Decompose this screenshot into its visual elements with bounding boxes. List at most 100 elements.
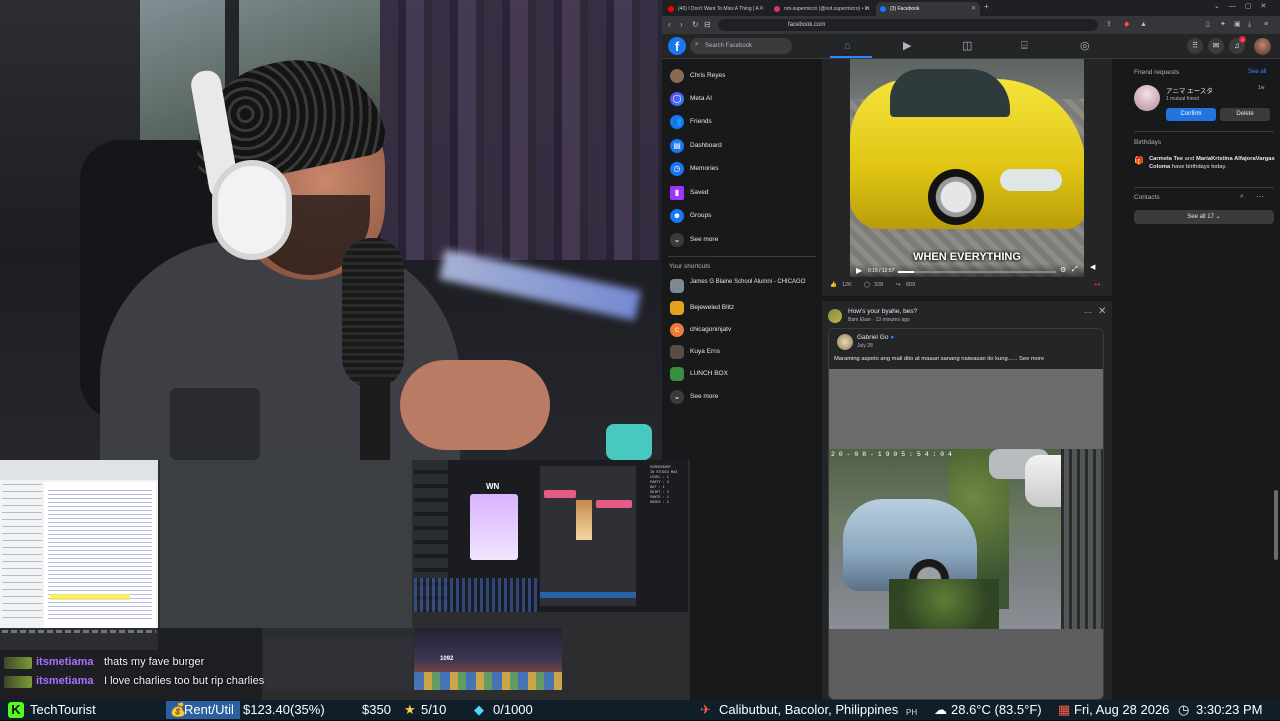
extension-icon[interactable]: ▲ (1140, 20, 1147, 30)
window-controls[interactable]: ⌄—▢✕ (1214, 2, 1275, 10)
chat-username[interactable]: itsmetiama (36, 675, 93, 687)
desktop-capture: WN SCREENSHOT IN STUDIO MAX LEVEL : 1 PA… (0, 460, 690, 700)
verified-icon: ● (890, 334, 895, 341)
marketplace-icon[interactable]: ⌸ (1021, 40, 1028, 52)
chat-badge-icon (4, 657, 32, 669)
sub-goal: $350 (362, 702, 391, 717)
calendar-icon: ▦ (1058, 702, 1071, 717)
image-padding (829, 629, 1103, 699)
groups-tab-icon[interactable]: ◫ (962, 40, 972, 52)
sidebar-icon[interactable]: ▯ (1206, 20, 1210, 30)
play-icon[interactable]: ▶ (856, 266, 862, 275)
shortcut-item[interactable]: Kuya Erns (668, 342, 816, 364)
share-arrow-icon[interactable]: ↪ (896, 282, 901, 288)
more-options-icon[interactable]: ⋯ (1084, 308, 1092, 317)
cctv-image[interactable]: 2 0 - 0 8 - 1 9 0 5 : 5 4 : 0 4 (829, 449, 1103, 629)
forward-icon[interactable]: › (680, 20, 683, 30)
bookmark-page-icon[interactable]: ⊟ (704, 20, 711, 30)
phone-stand (170, 388, 260, 460)
shortcuts-see-more[interactable]: ⌄ See more (668, 387, 816, 409)
sidebar-see-more[interactable]: ⌄ See more (668, 230, 816, 252)
kick-logo-icon: K (8, 702, 24, 718)
video-time: 0:15 / 12:57 (868, 268, 895, 274)
url-field[interactable]: facebook.com (718, 19, 1098, 31)
browser-tab-instagram[interactable]: not-supermicro (@not.supermicro) • In ✕ (770, 2, 874, 16)
delete-button[interactable]: Delete (1220, 108, 1270, 121)
bookmark-icon: ▮ (670, 186, 684, 200)
channel-name: TechTourist (30, 702, 96, 717)
brave-shield-icon[interactable]: ◆ (1124, 20, 1129, 30)
shortcut-item[interactable]: Bejeweled Blitz (668, 298, 816, 320)
group-avatar[interactable] (828, 309, 842, 323)
sidebar-item-memories[interactable]: ◷ Memories (668, 159, 816, 181)
confirm-button[interactable]: Confirm (1166, 108, 1216, 121)
close-icon[interactable]: ✕ (1098, 306, 1106, 317)
car-headlight (1000, 169, 1062, 191)
search-icon[interactable]: ⌕ (1240, 193, 1244, 201)
scrollbar-thumb[interactable] (1274, 490, 1278, 560)
tab-bar: (40) I Don't Want To Miss A Thing | A ✕ … (662, 0, 1280, 16)
headphone-earcup (212, 160, 292, 260)
apps-menu-icon[interactable]: ⠿ (1187, 38, 1203, 54)
see-more-link[interactable]: See more (1019, 356, 1044, 362)
back-icon[interactable]: ‹ (668, 20, 671, 30)
sidebar-item-saved[interactable]: ▮ Saved (668, 183, 816, 205)
chat-username[interactable]: itsmetiama (36, 656, 93, 668)
extensions-icon[interactable]: ✦ (1220, 20, 1226, 30)
more-options-icon[interactable]: ⋯ (1256, 192, 1264, 201)
video-player[interactable]: WHEN EVERYTHING ▶ 0:15 / 12:57 ⚙ ⤢ (850, 59, 1084, 277)
shortcut-item[interactable]: c chicagoninjatv (668, 320, 816, 342)
share-icon[interactable]: ⇪ (1106, 20, 1112, 30)
shortcut-item[interactable]: LUNCH BOX (668, 364, 816, 386)
sidebar-item-profile[interactable]: Chris Reyes (668, 66, 816, 88)
shortcuts-title: Your shortcuts (669, 263, 711, 270)
volume-icon[interactable]: ◀ (1090, 263, 1095, 271)
diamond-icon: ◆ (474, 702, 484, 717)
messenger-icon[interactable]: ✉ (1208, 38, 1224, 54)
post-meta: Bam Elasr · 13 minutes ago (848, 317, 910, 323)
see-all-link[interactable]: See all (1248, 69, 1266, 75)
likes-count: 12K (842, 282, 852, 288)
time-text: 3:30:23 PM (1196, 702, 1263, 717)
meta-ai-icon: ◯ (670, 92, 684, 106)
author-avatar[interactable] (837, 334, 853, 350)
browser-tab-facebook[interactable]: (3) Facebook ✕ (876, 2, 980, 16)
close-tab-icon[interactable]: ✕ (865, 5, 870, 12)
friend-request-avatar[interactable] (1134, 85, 1160, 111)
video-progress-bar[interactable] (898, 271, 1056, 273)
downloads-icon[interactable]: ⤓ (1248, 20, 1251, 30)
browser-tab-youtube[interactable]: (40) I Don't Want To Miss A Thing | A ✕ (664, 2, 768, 16)
sidebar-item-groups[interactable]: ☻ Groups (668, 206, 816, 228)
facebook-search-input[interactable]: ⌕ Search Facebook (690, 38, 792, 54)
sidebar-item-dashboard[interactable]: ▤ Dashboard (668, 136, 816, 158)
close-tab-icon[interactable]: ✕ (971, 5, 976, 12)
settings-icon[interactable]: ⚙ (1060, 266, 1066, 274)
facebook-header: f ⌕ Search Facebook ⌂ ▶ ◫ ⌸ ◎ ⠿ ✉ ♫ 4 (662, 34, 1280, 59)
close-tab-icon[interactable]: ✕ (759, 5, 764, 12)
new-tab-button[interactable]: + (984, 2, 989, 11)
gaming-icon[interactable]: ◎ (1080, 40, 1090, 52)
home-icon[interactable]: ⌂ (844, 40, 851, 52)
contacts-title: Contacts (1134, 194, 1160, 201)
video-caption: WHEN EVERYTHING (913, 251, 1021, 263)
reload-icon[interactable]: ↻ (692, 20, 699, 30)
see-all-contacts-button[interactable]: See all 17 ⌄ (1134, 210, 1274, 224)
wallet-icon[interactable]: ▣ (1234, 20, 1241, 30)
comment-icon[interactable]: ◯ (864, 282, 870, 288)
chat-text: I love charlies too but rip charlies (104, 675, 265, 687)
account-avatar[interactable] (1254, 38, 1271, 55)
sidebar-item-friends[interactable]: 👥 Friends (668, 112, 816, 134)
like-icon[interactable]: 👍 (830, 282, 837, 288)
fullscreen-icon[interactable]: ⤢ (1072, 266, 1078, 274)
sidebar-item-meta-ai[interactable]: ◯ Meta AI (668, 89, 816, 111)
shortcut-item[interactable]: James G Blaine School Alumni - CHICAGO (668, 276, 816, 298)
divider (1134, 187, 1274, 188)
friend-request-name[interactable]: アニマ エースタ (1166, 85, 1213, 95)
page-avatar (670, 367, 684, 381)
author-name[interactable]: Gabriel Go ● (857, 334, 894, 341)
facebook-logo-icon[interactable]: f (668, 37, 686, 55)
clock-icon: ◷ (1178, 702, 1190, 717)
menu-icon[interactable]: ≡ (1264, 20, 1268, 30)
post-title[interactable]: How's your byahe, bes? (848, 308, 917, 315)
video-icon[interactable]: ▶ (903, 40, 911, 52)
